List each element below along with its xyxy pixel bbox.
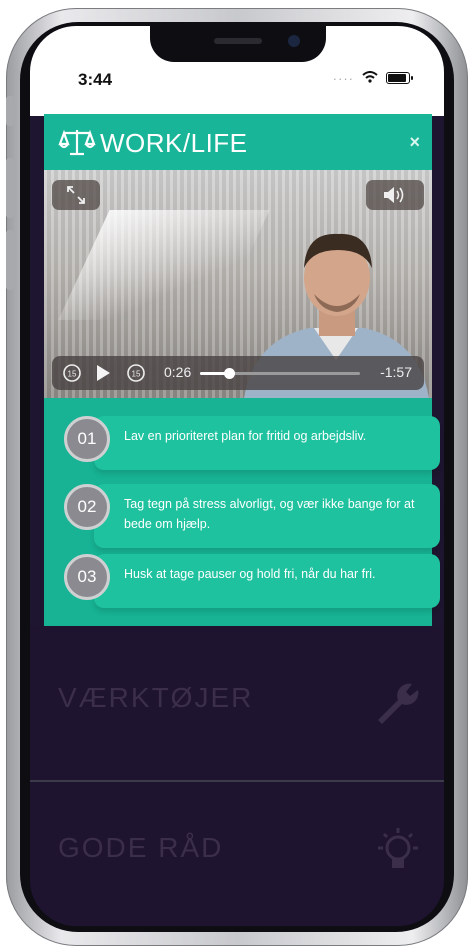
mute-switch: [6, 96, 14, 126]
modal-header: WORK/LIFE ×: [44, 114, 432, 170]
playback-controls: 15 15 0:26 -1:57: [52, 356, 424, 390]
menu-label-advice: GODE RÅD: [58, 832, 224, 863]
fullscreen-button[interactable]: [52, 180, 100, 210]
lightbulb-icon: [372, 824, 424, 876]
menu-item-advice[interactable]: GODE RÅD: [30, 782, 444, 926]
scales-icon: [58, 128, 96, 156]
tip-card: Tag tegn på stress alvorligt, og vær ikk…: [94, 484, 440, 548]
tip-number-badge: 01: [64, 416, 110, 462]
menu-label-tools: VÆRKTØJER: [58, 682, 254, 713]
remaining-time: -1:57: [380, 364, 412, 380]
tip-text: Lav en prioriteret plan for fritid og ar…: [124, 429, 367, 443]
tips-list: Lav en prioriteret plan for fritid og ar…: [44, 398, 440, 626]
tip-number-badge: 03: [64, 554, 110, 600]
wifi-icon: [362, 70, 378, 86]
clock: 3:44: [78, 70, 113, 89]
tip-text: Tag tegn på stress alvorligt, og vær ikk…: [124, 497, 415, 531]
video-player[interactable]: 15 15 0:26 -1:57: [44, 170, 432, 398]
work-life-modal: WORK/LIFE × 15 15 0:26 -1:57 Lav en prio…: [44, 114, 440, 626]
skip-back-15-icon[interactable]: 15: [62, 363, 82, 383]
skip-back-label: 15: [68, 370, 77, 379]
battery-icon: [386, 72, 413, 84]
modal-title: WORK/LIFE: [100, 128, 248, 158]
volume-button[interactable]: [366, 180, 424, 210]
volume-down-button: [6, 230, 14, 290]
speaker-icon: [384, 187, 404, 203]
seek-handle[interactable]: [223, 368, 235, 379]
expand-icon: [67, 186, 85, 204]
skip-forward-15-icon[interactable]: 15: [126, 363, 146, 383]
tip-card: Husk at tage pauser og hold fri, når du …: [94, 554, 440, 608]
app-screen: 3:44 ···· VÆRKTØJER GODE RÅD WORK/LIFE ×…: [30, 26, 444, 926]
seek-bar[interactable]: [200, 368, 360, 379]
status-icons: ····: [332, 70, 413, 86]
play-icon[interactable]: [94, 364, 112, 382]
tip-card: Lav en prioriteret plan for fritid og ar…: [94, 416, 440, 470]
wrench-icon: [372, 676, 424, 728]
elapsed-time: 0:26: [164, 364, 192, 380]
close-button[interactable]: ×: [409, 132, 420, 153]
signal-icon: ····: [332, 70, 354, 86]
menu-item-tools[interactable]: VÆRKTØJER: [30, 626, 444, 780]
tip-text: Husk at tage pauser og hold fri, når du …: [124, 567, 376, 581]
skip-forward-label: 15: [132, 370, 141, 379]
notch: [150, 26, 326, 62]
tip-number-badge: 02: [64, 484, 110, 530]
volume-up-button: [6, 158, 14, 218]
